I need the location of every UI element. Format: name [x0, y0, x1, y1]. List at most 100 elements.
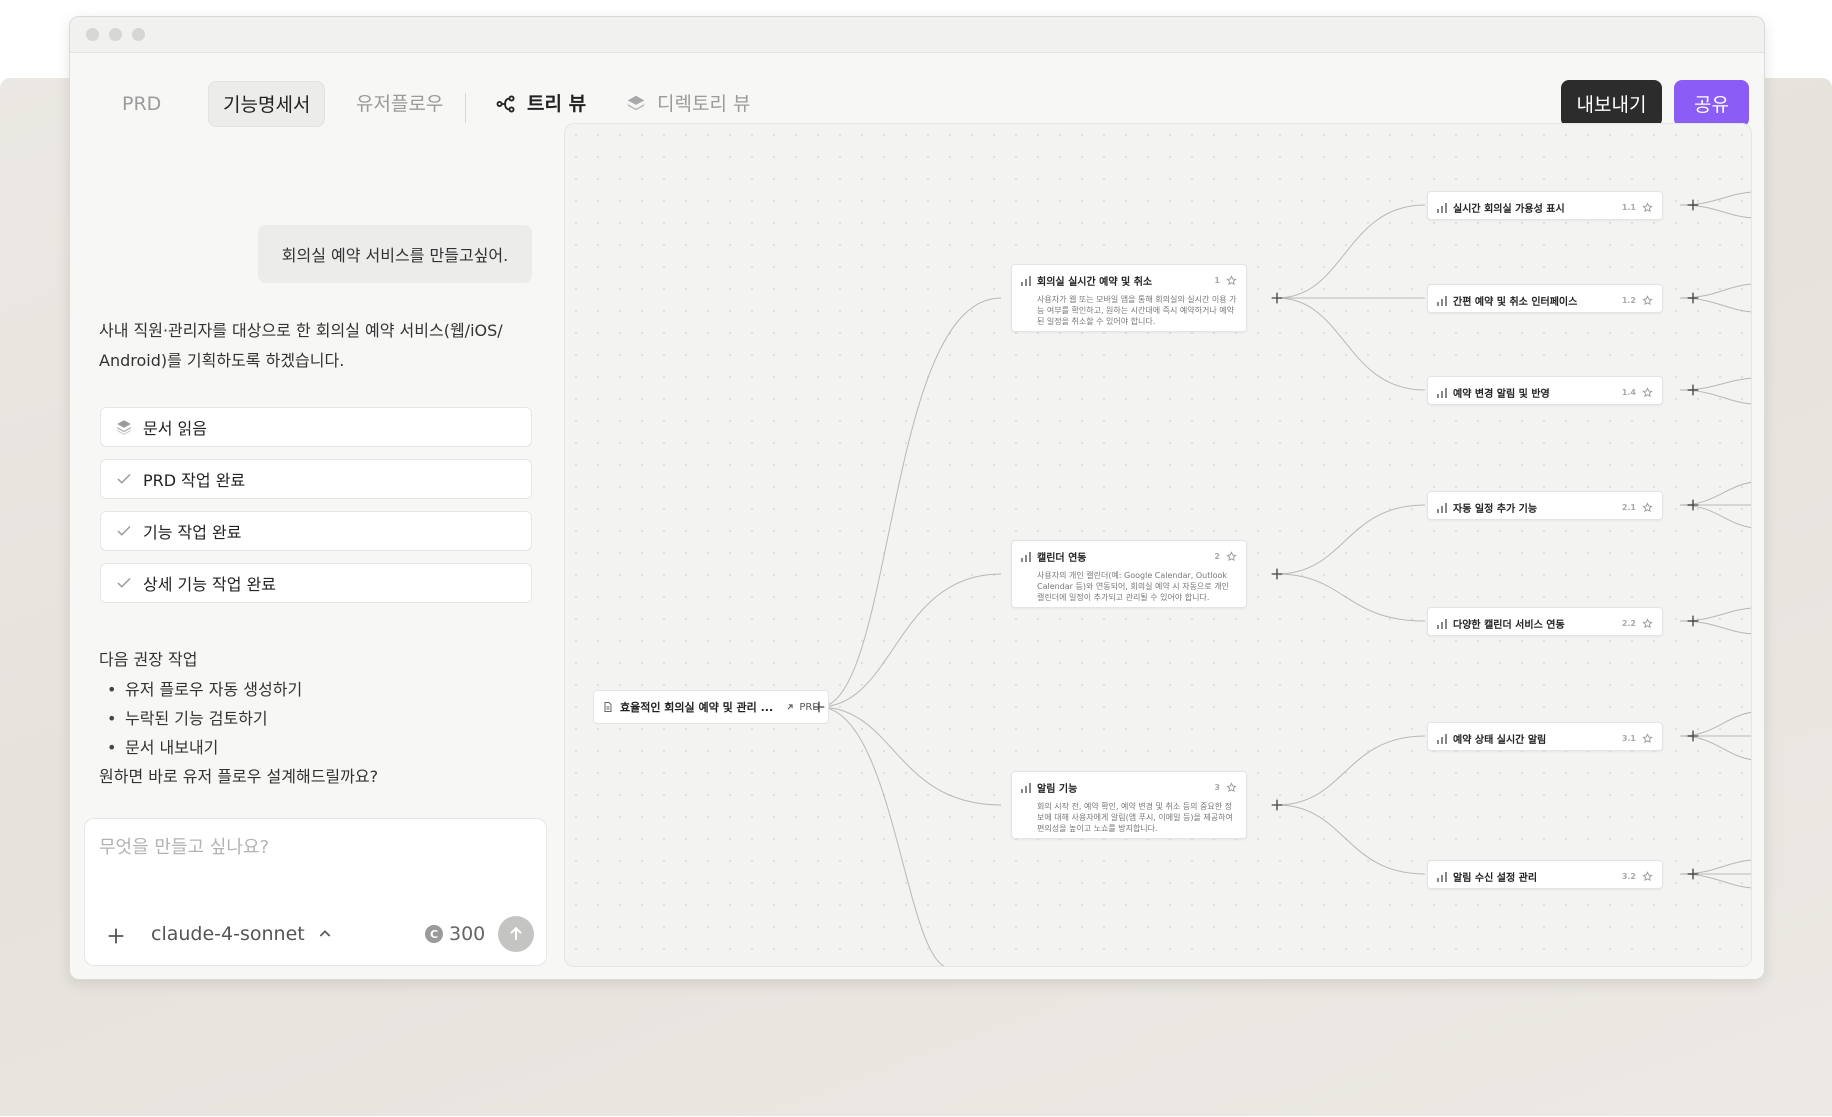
status-item-docs-read: 문서 읽음	[100, 407, 532, 447]
feature-node[interactable]: 알림 기능 3 회의 시작 전, 예약 확인, 예약 변경 및 취소 등의 중요…	[1011, 771, 1247, 839]
root-title: 효율적인 회의실 예약 및 관리 ...	[620, 701, 774, 714]
status-item-detail-done: 상세 기능 작업 완료	[100, 563, 532, 603]
detail-node[interactable]: 알림 수신 설정 관리 3.2	[1427, 860, 1663, 889]
plus-icon[interactable]	[1685, 728, 1701, 744]
star-icon[interactable]	[1226, 782, 1237, 793]
detail-node[interactable]: 실시간 회의실 가용성 표시 1.1	[1427, 191, 1663, 220]
star-icon[interactable]	[1642, 618, 1653, 629]
feature-description: 사용자의 개인 캘린더(예: Google Calendar, Outlook …	[1037, 571, 1229, 602]
star-icon[interactable]	[1226, 551, 1237, 562]
plus-icon[interactable]	[1685, 497, 1701, 513]
detail-title: 다양한 캘린더 서비스 연동	[1453, 620, 1565, 631]
tab-prd[interactable]: PRD	[108, 81, 175, 127]
feature-title: 캘린더 연동	[1037, 553, 1087, 564]
plus-icon[interactable]	[1685, 866, 1701, 882]
star-icon[interactable]	[1642, 202, 1653, 213]
assistant-intro-line: Android)를 기획하도록 하겠습니다.	[99, 351, 345, 370]
feature-node[interactable]: 캘린더 연동 2 사용자의 개인 캘린더(예: Google Calendar,…	[1011, 540, 1247, 608]
model-name: claude-4-sonnet	[151, 923, 305, 945]
recommendations: 다음 권장 작업 유저 플로우 자동 생성하기 누락된 기능 검토하기 문서 내…	[99, 645, 529, 792]
detail-number: 1.1	[1621, 203, 1636, 212]
plus-icon[interactable]	[1685, 290, 1701, 306]
chevron-up-icon	[319, 930, 330, 937]
tree-view-label: 트리 뷰	[527, 93, 587, 115]
send-button[interactable]	[498, 916, 534, 952]
star-icon[interactable]	[1642, 387, 1653, 398]
star-icon[interactable]	[1642, 502, 1653, 513]
detail-node[interactable]: 다양한 캘린더 서비스 연동 2.2	[1427, 607, 1663, 636]
recommendation-title: 다음 권장 작업	[99, 650, 198, 669]
followup-question: 원하면 바로 유저 플로우 설계해드릴까요?	[99, 767, 379, 786]
window-minimize-dot[interactable]	[109, 28, 122, 41]
window-maximize-dot[interactable]	[132, 28, 145, 41]
tree-canvas[interactable]: 효율적인 회의실 예약 및 관리 ... PRD 회의실 실시간 예약 및 취소…	[564, 123, 1752, 967]
check-icon	[117, 577, 131, 588]
tab-feature-spec[interactable]: 기능명세서	[208, 81, 326, 127]
signal-bars-icon	[1437, 618, 1447, 629]
star-icon[interactable]	[1642, 871, 1653, 882]
signal-bars-icon	[1021, 275, 1031, 286]
status-label: PRD 작업 완료	[143, 471, 246, 490]
prompt-input[interactable]	[99, 833, 529, 893]
window-titlebar	[70, 17, 1764, 53]
plus-icon[interactable]	[811, 699, 827, 715]
export-button[interactable]: 내보내기	[1561, 80, 1662, 127]
plus-icon[interactable]	[1685, 197, 1701, 213]
plus-icon[interactable]	[105, 925, 127, 947]
directory-view-tab[interactable]: 디렉토리 뷰	[625, 81, 750, 127]
detail-title: 실시간 회의실 가용성 표시	[1453, 204, 1565, 215]
signal-bars-icon	[1437, 733, 1447, 744]
plus-icon[interactable]	[1269, 797, 1285, 813]
model-selector[interactable]: claude-4-sonnet	[151, 923, 333, 945]
signal-bars-icon	[1021, 551, 1031, 562]
document-icon	[604, 702, 612, 712]
detail-node[interactable]: 간편 예약 및 취소 인터페이스 1.2	[1427, 284, 1663, 313]
detail-node[interactable]: 자동 일정 추가 기능 2.1	[1427, 491, 1663, 520]
plus-icon[interactable]	[1269, 290, 1285, 306]
detail-number: 3.1	[1621, 734, 1636, 743]
plus-icon[interactable]	[1685, 613, 1701, 629]
star-icon[interactable]	[1226, 275, 1237, 286]
tree-root-node[interactable]: 효율적인 회의실 예약 및 관리 ... PRD	[593, 690, 829, 724]
feature-description: 회의 시작 전, 예약 확인, 예약 변경 및 취소 등의 중요한 정보에 대해…	[1037, 802, 1233, 833]
list-item: 누락된 기능 검토하기	[99, 704, 529, 733]
status-item-prd-done: PRD 작업 완료	[100, 459, 532, 499]
feature-number: 2	[1214, 552, 1220, 561]
window-close-dot[interactable]	[86, 28, 99, 41]
signal-bars-icon	[1021, 782, 1031, 793]
feature-title: 회의실 실시간 예약 및 취소	[1037, 277, 1153, 288]
assistant-message: 사내 직원·관리자를 대상으로 한 회의실 예약 서비스(웹/iOS/ Andr…	[99, 316, 519, 376]
feature-number: 1	[1214, 276, 1220, 285]
detail-number: 2.1	[1621, 503, 1636, 512]
detail-title: 예약 변경 알림 및 반영	[1453, 389, 1550, 400]
credit-count: 300	[449, 923, 486, 945]
detail-node[interactable]: 예약 상태 실시간 알림 3.1	[1427, 722, 1663, 751]
list-item: 문서 내보내기	[99, 733, 529, 762]
signal-bars-icon	[1437, 871, 1447, 882]
detail-title: 자동 일정 추가 기능	[1453, 504, 1538, 515]
tab-user-flow[interactable]: 유저플로우	[342, 81, 457, 127]
detail-node[interactable]: 예약 변경 알림 및 반영 1.4	[1427, 376, 1663, 405]
share-button[interactable]: 공유	[1674, 80, 1749, 127]
app-window: PRD 기능명세서 유저플로우 트리 뷰 디렉토리 뷰 내보내기 공유 회의실 …	[69, 16, 1765, 980]
toolbar-divider	[465, 93, 466, 123]
check-icon	[117, 473, 131, 484]
tree-view-tab[interactable]: 트리 뷰	[495, 81, 586, 127]
star-icon[interactable]	[1642, 733, 1653, 744]
feature-number: 3	[1214, 783, 1220, 792]
recommendation-list: 유저 플로우 자동 생성하기 누락된 기능 검토하기 문서 내보내기	[99, 675, 529, 762]
layers-icon	[117, 420, 131, 435]
layers-icon	[627, 95, 645, 111]
plus-icon[interactable]	[1269, 566, 1285, 582]
detail-number: 1.2	[1621, 296, 1636, 305]
plus-icon[interactable]	[1685, 382, 1701, 398]
star-icon[interactable]	[1642, 295, 1653, 306]
detail-number: 3.2	[1621, 872, 1636, 881]
signal-bars-icon	[1437, 502, 1447, 513]
feature-node[interactable]: 회의실 실시간 예약 및 취소 1 사용자가 웹 또는 모바일 앱을 통해 회의…	[1011, 264, 1247, 332]
arrow-up-right-icon	[787, 704, 793, 710]
chat-composer: claude-4-sonnet C 300	[84, 818, 547, 966]
credit-balance: C 300	[425, 923, 485, 945]
assistant-intro-line: 사내 직원·관리자를 대상으로 한 회의실 예약 서비스(웹/iOS/	[99, 321, 503, 340]
list-item: 유저 플로우 자동 생성하기	[99, 675, 529, 704]
